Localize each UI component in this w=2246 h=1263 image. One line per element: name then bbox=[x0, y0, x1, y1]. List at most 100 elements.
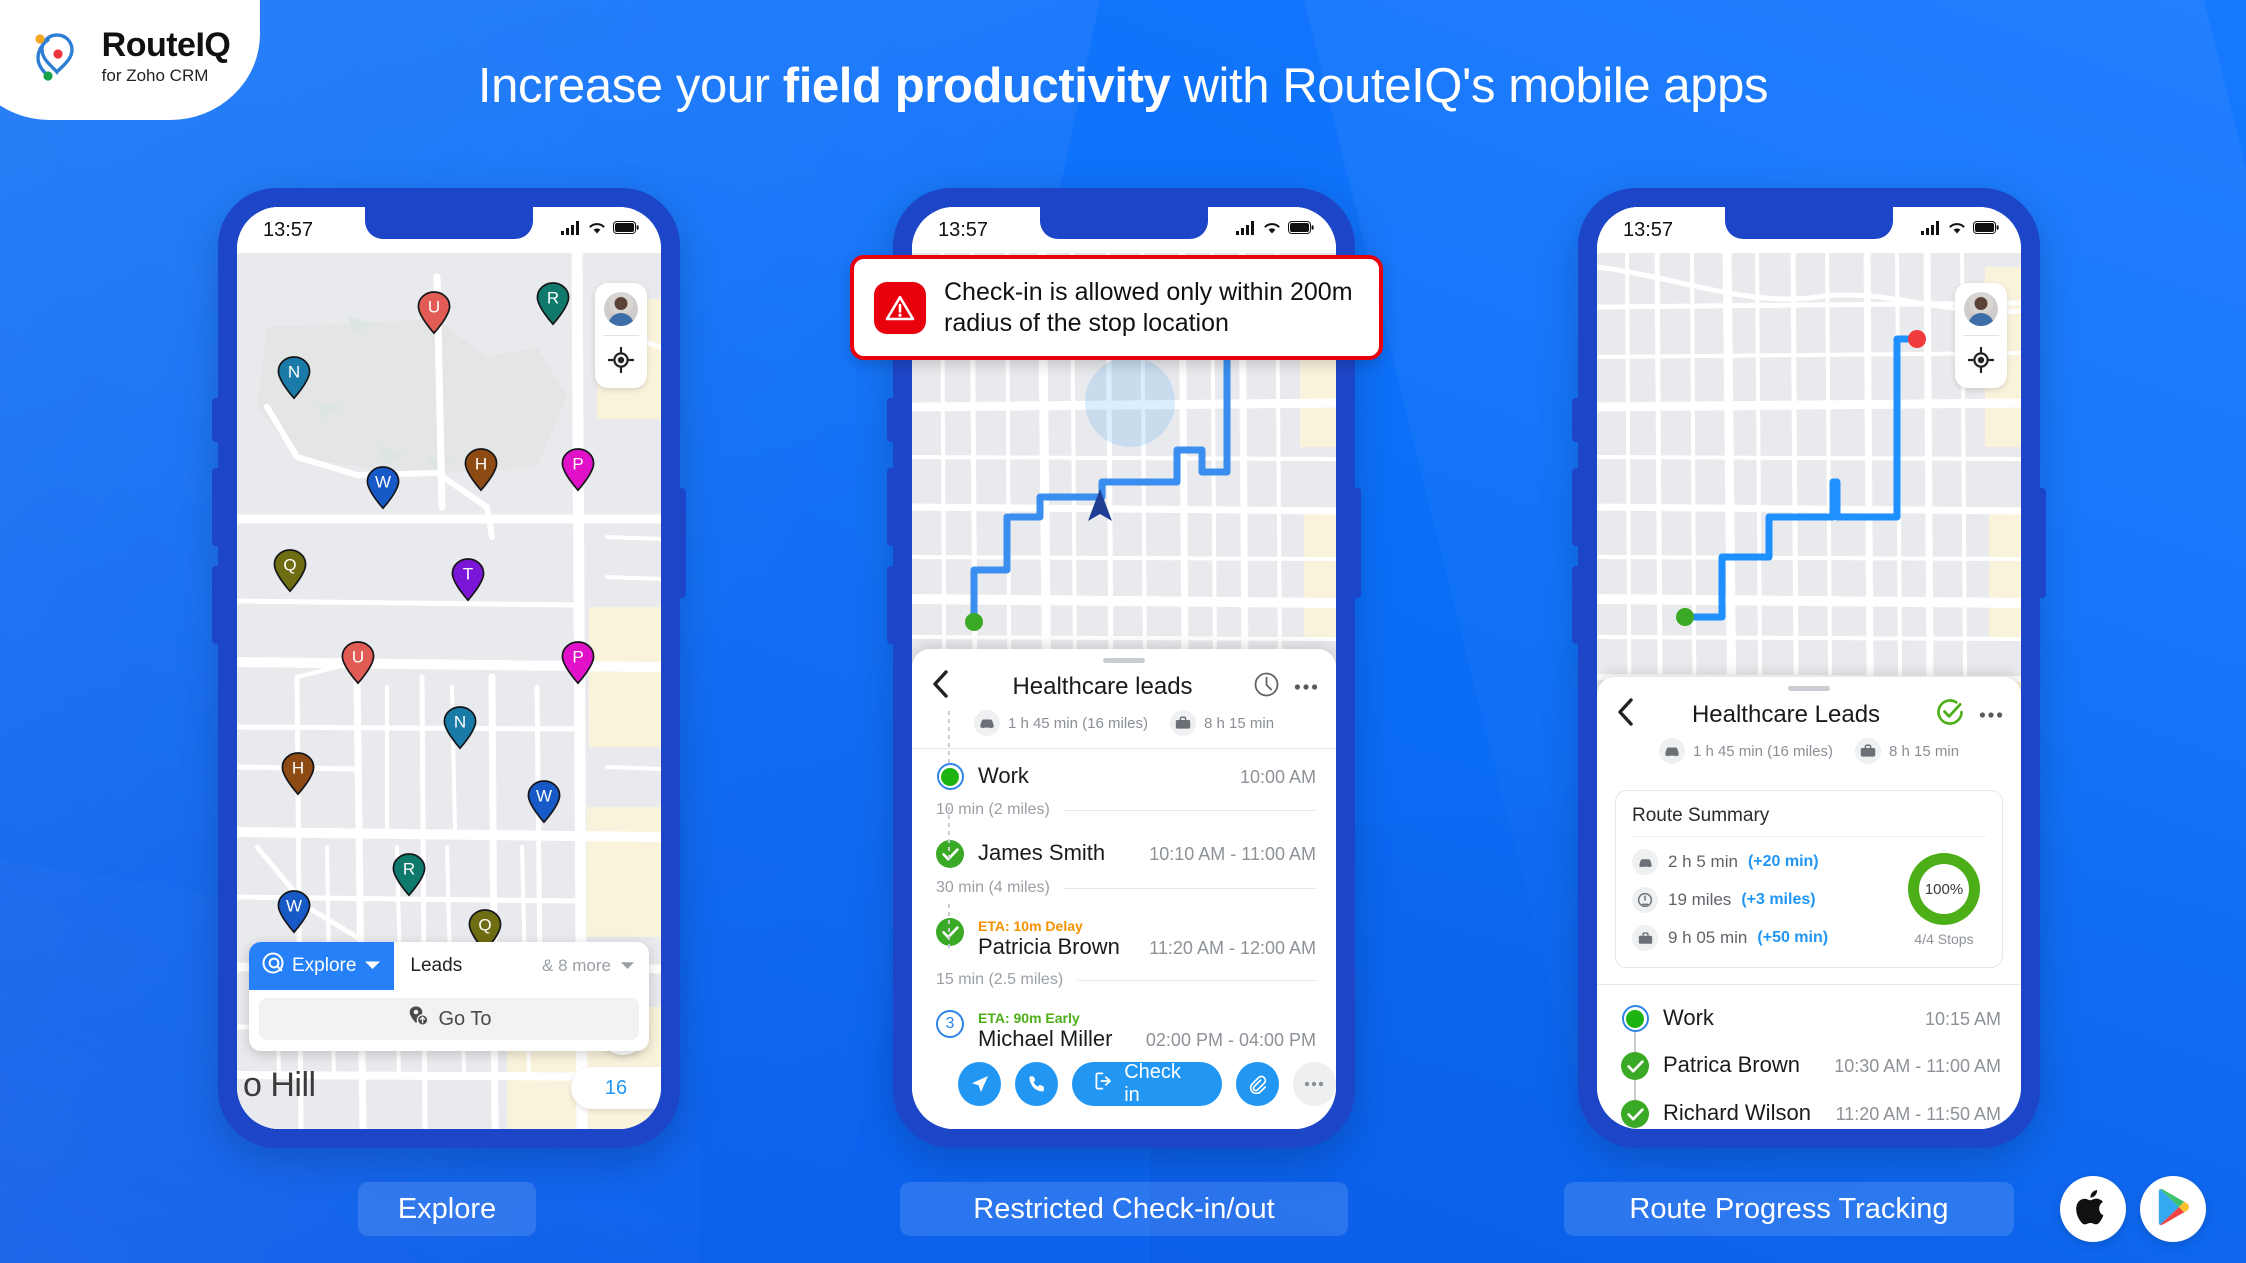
stop-bullet-start bbox=[1621, 1005, 1649, 1032]
summary-value: 19 miles bbox=[1668, 890, 1732, 909]
wifi-icon bbox=[1263, 221, 1281, 240]
map-control-stack[interactable] bbox=[1955, 283, 2007, 388]
svg-text:H: H bbox=[475, 454, 487, 473]
battery-full-icon bbox=[1973, 221, 1999, 239]
map-pin-w[interactable]: W bbox=[364, 465, 402, 511]
stop-time: 02:00 PM - 04:00 PM bbox=[1145, 1030, 1316, 1050]
map-pin-u[interactable]: U bbox=[415, 290, 453, 336]
stop-action-bar[interactable]: Check in bbox=[912, 1052, 1336, 1120]
map-avatar-button[interactable] bbox=[595, 283, 647, 335]
route-title: Healthcare leads bbox=[1012, 672, 1193, 700]
toast-line-2: radius of the stop location bbox=[944, 308, 1229, 337]
headline-part-1: Increase your bbox=[477, 59, 783, 113]
map-control-stack[interactable] bbox=[595, 283, 647, 388]
briefcase-icon bbox=[1632, 925, 1658, 951]
car-icon bbox=[1632, 849, 1658, 875]
more-actions-button[interactable] bbox=[1292, 1062, 1336, 1106]
cellular-bars-icon bbox=[561, 220, 581, 240]
stop-item[interactable]: ETA: 10m Delay Patricia Brown 11:20 AM - 1… bbox=[912, 908, 1336, 1000]
route-complete-check-icon[interactable] bbox=[1935, 697, 1965, 732]
stop-item[interactable]: Richard Wilson 11:20 AM - 11:50 AM bbox=[1597, 1090, 2021, 1129]
call-button[interactable] bbox=[1015, 1062, 1059, 1106]
map-pin-t[interactable]: T bbox=[449, 557, 487, 603]
route-sheet-tracking[interactable]: Healthcare Leads 1 h 45 min (16 miles) 8… bbox=[1597, 677, 2021, 1129]
svg-text:U: U bbox=[352, 648, 364, 667]
map-pin-n[interactable]: N bbox=[441, 705, 479, 751]
attachment-button[interactable] bbox=[1235, 1062, 1279, 1106]
brand-logo: RouteIQ for Zoho CRM bbox=[0, 0, 260, 120]
phone-volume-down bbox=[1572, 566, 1579, 644]
map-pin-h[interactable]: H bbox=[279, 751, 317, 797]
map-pin-w[interactable]: W bbox=[525, 779, 563, 825]
google-play-store-button[interactable] bbox=[2140, 1176, 2206, 1242]
briefcase-icon bbox=[1170, 710, 1196, 736]
stop-item[interactable]: 3 ETA: 90m Early Michael Miller 02:00 PM - … bbox=[912, 1000, 1336, 1129]
leg-text: 15 min (2.5 miles) bbox=[936, 971, 1064, 988]
map-count-badge[interactable]: 16 bbox=[571, 1067, 661, 1109]
stop-name: Richard Wilson bbox=[1663, 1100, 1811, 1125]
stop-item[interactable]: Patrica Brown 10:30 AM - 11:00 AM bbox=[1597, 1042, 2021, 1090]
phone-power-button bbox=[679, 488, 686, 598]
route-sheet-checkin[interactable]: Healthcare leads 1 h 45 min (16 miles) 8… bbox=[912, 649, 1336, 1129]
stop-time: 10:30 AM - 11:00 AM bbox=[1834, 1056, 2001, 1076]
drive-time-text: 1 h 45 min (16 miles) bbox=[1007, 714, 1148, 732]
map-pin-u[interactable]: U bbox=[339, 640, 377, 686]
leg-info: 15 min (2.5 miles) bbox=[912, 960, 1336, 1000]
svg-text:P: P bbox=[573, 454, 584, 473]
stop-connector bbox=[948, 807, 950, 863]
apple-app-store-button[interactable] bbox=[2060, 1176, 2126, 1242]
locate-me-button[interactable] bbox=[1955, 336, 2007, 388]
back-chevron-icon[interactable] bbox=[930, 669, 952, 704]
map-pin-r[interactable]: R bbox=[390, 852, 428, 898]
summary-delta: (+50 min) bbox=[1757, 929, 1829, 946]
checkin-warning-toast: Check-in is allowed only within 200m rad… bbox=[850, 255, 1383, 360]
phone-volume-up bbox=[887, 468, 894, 546]
module-selector[interactable]: Leads & 8 more bbox=[394, 942, 649, 990]
work-time-text: 8 h 15 min bbox=[1204, 714, 1275, 732]
phone-power-button bbox=[2039, 488, 2046, 598]
stops-list[interactable]: Work 10:15 AM Patrica Brown 10:30 AM - 11:0… bbox=[1597, 985, 2021, 1129]
map-pin-q[interactable]: Q bbox=[271, 548, 309, 594]
map-pin-n[interactable]: N bbox=[275, 355, 313, 401]
check-in-button[interactable]: Check in bbox=[1072, 1061, 1222, 1106]
map-pin-p[interactable]: P bbox=[559, 640, 597, 686]
map-pin-w[interactable]: W bbox=[275, 889, 313, 935]
wifi-icon bbox=[588, 221, 606, 240]
go-to-button[interactable]: Go To bbox=[259, 998, 639, 1040]
navigate-button[interactable] bbox=[958, 1062, 1002, 1106]
clock-history-icon[interactable] bbox=[1253, 671, 1280, 703]
locate-me-button[interactable] bbox=[595, 336, 647, 388]
stop-name: James Smith bbox=[978, 840, 1106, 865]
map-pin-p[interactable]: P bbox=[559, 447, 597, 493]
stop-item[interactable]: Work 10:15 AM bbox=[1597, 995, 2021, 1042]
cellular-bars-icon bbox=[1921, 220, 1941, 240]
phone-explore: URNWHPQTUPNHWRWQ 13:57 16 o Hill Explore… bbox=[212, 188, 686, 1148]
more-dots-icon[interactable] bbox=[1979, 706, 2003, 724]
back-chevron-icon[interactable] bbox=[1615, 697, 1637, 732]
svg-text:H: H bbox=[292, 758, 304, 777]
wifi-icon bbox=[1948, 221, 1966, 240]
status-time: 13:57 bbox=[938, 218, 989, 241]
map-pin-r[interactable]: R bbox=[534, 281, 572, 327]
route-start-dot bbox=[965, 613, 983, 631]
explore-label: Explore bbox=[292, 955, 357, 976]
explore-panel[interactable]: Explore Leads & 8 more Go To bbox=[249, 942, 649, 1051]
stops-list[interactable]: Work 10:00 AM 10 min (2 miles) James Smith 1… bbox=[912, 711, 1336, 1129]
stop-item[interactable]: Work 10:00 AM 10 min (2 miles) bbox=[912, 749, 1336, 830]
stop-item[interactable]: James Smith 10:10 AM - 11:00 AM 30 min (4 … bbox=[912, 830, 1336, 908]
stop-time: 11:20 AM - 12:00 AM bbox=[1149, 938, 1316, 958]
summary-row: 19 miles (+3 miles) bbox=[1632, 887, 1828, 913]
map-pin-h[interactable]: H bbox=[462, 447, 500, 493]
toast-line-1: Check-in is allowed only within 200m bbox=[944, 278, 1353, 306]
stop-name: Patrica Brown bbox=[1663, 1052, 1800, 1077]
stop-connector bbox=[948, 711, 950, 767]
phone-power-button bbox=[1354, 488, 1361, 598]
apple-icon bbox=[2076, 1187, 2110, 1232]
explore-mode-button[interactable]: Explore bbox=[249, 942, 395, 990]
route-summary-card: Route Summary 2 h 5 min (+20 min) 19 miles… bbox=[1615, 790, 2003, 968]
stop-name: Work bbox=[978, 763, 1029, 788]
svg-text:N: N bbox=[453, 712, 465, 731]
more-dots-icon[interactable] bbox=[1294, 678, 1318, 696]
caption-checkin: Restricted Check-in/out bbox=[900, 1182, 1348, 1236]
map-avatar-button[interactable] bbox=[1955, 283, 2007, 335]
